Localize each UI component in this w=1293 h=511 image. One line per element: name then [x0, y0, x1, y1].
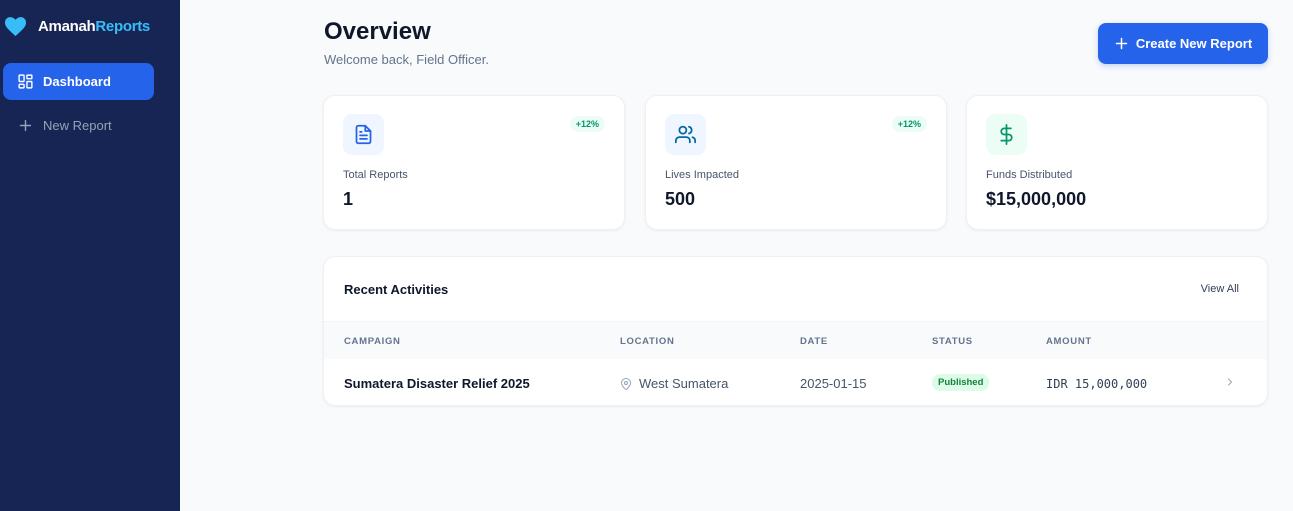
- sidebar-item-dashboard[interactable]: Dashboard: [3, 63, 154, 100]
- stat-icon-container: [665, 114, 706, 155]
- table-header: CAMPAIGN LOCATION DATE STATUS AMOUNT: [324, 321, 1267, 359]
- panel-title: Recent Activities: [344, 282, 449, 297]
- dollar-icon: [1000, 124, 1013, 145]
- stat-label: Lives Impacted: [665, 169, 739, 181]
- location-cell: West Sumatera: [620, 376, 728, 391]
- stat-card-total-reports: +12% Total Reports 1: [323, 95, 625, 230]
- sidebar-item-label: New Report: [43, 118, 112, 133]
- column-header-date: DATE: [800, 336, 828, 347]
- brand-name-secondary: Reports: [95, 17, 150, 35]
- create-button-label: Create New Report: [1135, 36, 1253, 51]
- brand-name: AmanahReports: [38, 18, 150, 35]
- users-icon: [675, 125, 696, 144]
- campaign-name: Sumatera Disaster Relief 2025: [344, 376, 530, 391]
- recent-activities-panel: Recent Activities View All CAMPAIGN LOCA…: [323, 256, 1268, 406]
- stat-value: 1: [343, 189, 354, 209]
- plus-icon: [19, 119, 32, 132]
- column-header-location: LOCATION: [620, 336, 675, 347]
- document-icon: [355, 124, 372, 145]
- column-header-amount: AMOUNT: [1046, 336, 1092, 347]
- stat-value: 500: [665, 189, 696, 209]
- stat-icon-container: [343, 114, 384, 155]
- sidebar: AmanahReports Dashboard New Report: [0, 0, 180, 511]
- stat-card-lives-impacted: +12% Lives Impacted 500: [645, 95, 947, 230]
- location-text: West Sumatera: [639, 376, 729, 391]
- chevron-right-icon[interactable]: [1224, 376, 1236, 388]
- brand-name-primary: Amanah: [38, 17, 96, 35]
- view-all-link[interactable]: View All: [1201, 283, 1239, 295]
- stat-value: $15,000,000: [986, 189, 1087, 209]
- create-new-report-button[interactable]: Create New Report: [1098, 23, 1268, 64]
- sidebar-item-label: Dashboard: [43, 74, 111, 89]
- column-header-campaign: CAMPAIGN: [344, 336, 401, 347]
- dashboard-icon: [18, 74, 33, 89]
- column-header-status: STATUS: [932, 336, 973, 347]
- stat-label: Funds Distributed: [986, 169, 1073, 181]
- page-subtitle: Welcome back, Field Officer.: [324, 52, 489, 67]
- heart-icon: [4, 17, 27, 37]
- amount-cell: IDR 15,000,000: [1046, 377, 1148, 391]
- page-title: Overview: [324, 18, 431, 45]
- stat-card-funds-distributed: Funds Distributed $15,000,000: [966, 95, 1268, 230]
- stat-label: Total Reports: [343, 169, 408, 181]
- trend-badge: +12%: [891, 116, 927, 132]
- brand-logo[interactable]: AmanahReports: [4, 14, 150, 38]
- sidebar-item-new-report[interactable]: New Report: [3, 107, 154, 144]
- trend-badge: +12%: [569, 116, 605, 132]
- table-row[interactable]: Sumatera Disaster Relief 2025 West Sumat…: [324, 359, 1267, 405]
- stat-icon-container: [986, 114, 1027, 155]
- date-cell: 2025-01-15: [800, 376, 867, 391]
- plus-icon: [1115, 37, 1128, 50]
- status-badge: Published: [932, 374, 990, 391]
- main-content: Overview Welcome back, Field Officer. Cr…: [180, 0, 1293, 511]
- map-pin-icon: [621, 377, 631, 390]
